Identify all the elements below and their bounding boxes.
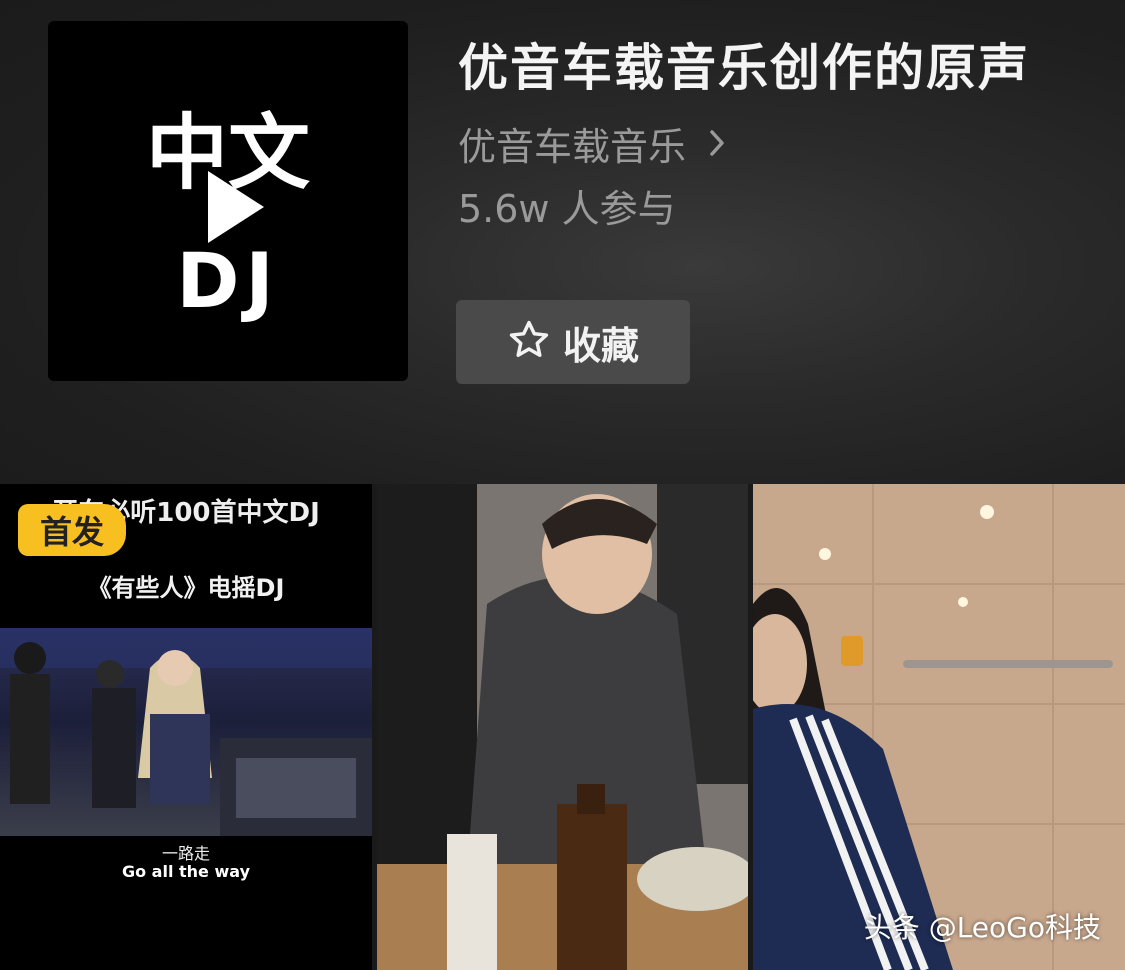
video-thumbnail-image — [0, 628, 372, 836]
lyric-line-2: Go all the way — [121, 862, 250, 881]
cover-text-2: DJ — [176, 236, 279, 325]
video-thumbnail-image — [753, 484, 1125, 970]
video-tile-1[interactable]: 开车必听100首中文DJ 首发 《有些人》电摇DJ 一路走 Go all the… — [0, 484, 372, 970]
favorite-button[interactable]: 收藏 — [456, 300, 690, 384]
video-grid: 开车必听100首中文DJ 首发 《有些人》电摇DJ 一路走 Go all the… — [0, 484, 1125, 970]
lyric-line-1: 一路走 — [161, 844, 210, 863]
source-watermark: 头条 @LeoGo科技 — [863, 911, 1101, 944]
artist-link[interactable]: 优音车载音乐 — [458, 118, 730, 169]
video-subtitle: 《有些人》电摇DJ — [87, 574, 285, 602]
sound-header: 中文 DJ 优音车载音乐创作的原声 优音车载音乐 5.6w 人参与 收藏 — [0, 0, 1125, 484]
cover-art: 中文 DJ — [146, 106, 310, 325]
artist-name: 优音车载音乐 — [458, 124, 687, 169]
sound-cover[interactable]: 中文 DJ — [48, 21, 408, 381]
video-tile-3[interactable] — [753, 484, 1125, 970]
video-tile-2[interactable] — [377, 484, 748, 970]
star-icon — [507, 318, 551, 366]
participant-count: 5.6w 人参与 — [458, 187, 676, 231]
first-release-badge: 首发 — [18, 504, 126, 556]
favorite-label: 收藏 — [562, 323, 639, 368]
sound-title: 优音车载音乐创作的原声 — [458, 39, 1030, 97]
chevron-right-icon — [708, 118, 730, 168]
video-thumbnail-image — [377, 484, 748, 970]
